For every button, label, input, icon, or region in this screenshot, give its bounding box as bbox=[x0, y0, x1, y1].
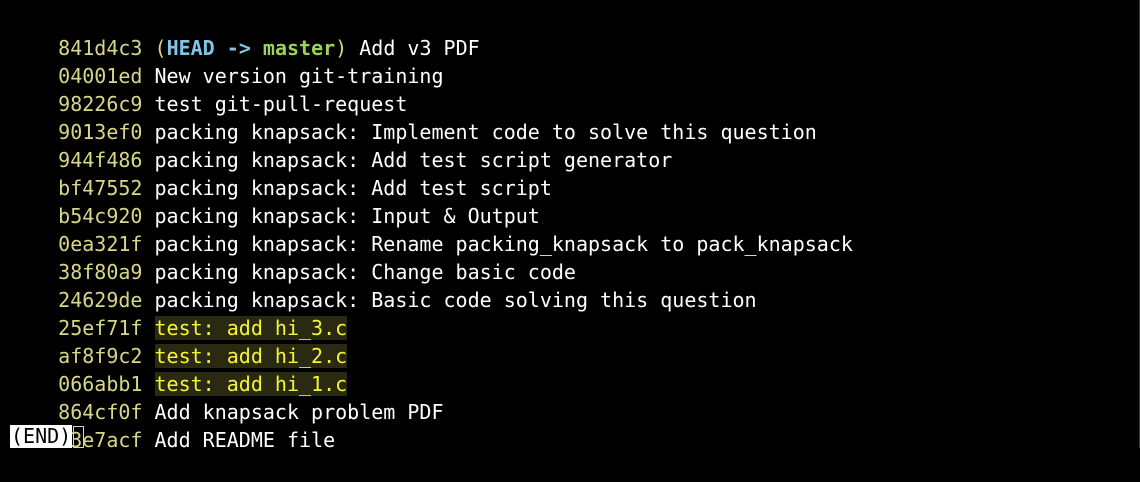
commit-line-10: 25ef71f test: add hi_3.c bbox=[10, 286, 348, 340]
commit-line-13: 864cf0f Add knapsack problem PDF bbox=[10, 370, 443, 424]
commit-line-6: b54c920 packing knapsack: Input & Output bbox=[10, 174, 540, 228]
commit-line-1: 04001ed New version git-training bbox=[10, 34, 443, 88]
commit-line-3: 9013ef0 packing knapsack: Implement code… bbox=[10, 90, 817, 144]
commit-line-11: af8f9c2 test: add hi_2.c bbox=[10, 314, 348, 368]
pager-prompt[interactable]: (END) bbox=[10, 424, 85, 448]
commit-line-14: 73e7acf Add README file bbox=[10, 398, 335, 452]
text-cursor[interactable] bbox=[73, 425, 85, 448]
commit-line-8: 38f80a9 packing knapsack: Change basic c… bbox=[10, 230, 576, 284]
commit-line-4: 944f486 packing knapsack: Add test scrip… bbox=[10, 118, 672, 172]
commit-line-5: bf47552 packing knapsack: Add test scrip… bbox=[10, 146, 552, 200]
commit-line-9: 24629de packing knapsack: Basic code sol… bbox=[10, 258, 756, 312]
commit-line-12: 066abb1 test: add hi_1.c bbox=[10, 342, 348, 396]
terminal-window[interactable]: 841d4c3 (HEAD -> master) Add v3 PDF 0400… bbox=[0, 0, 1140, 452]
pager-end-label: (END) bbox=[10, 424, 73, 448]
commit-line-7: 0ea321f packing knapsack: Rename packing… bbox=[10, 202, 853, 256]
commit-line-2: 98226c9 test git-pull-request bbox=[10, 62, 407, 116]
commit-line-0: 841d4c3 (HEAD -> master) Add v3 PDF bbox=[10, 6, 480, 60]
commit-message: Add README file bbox=[154, 428, 336, 452]
